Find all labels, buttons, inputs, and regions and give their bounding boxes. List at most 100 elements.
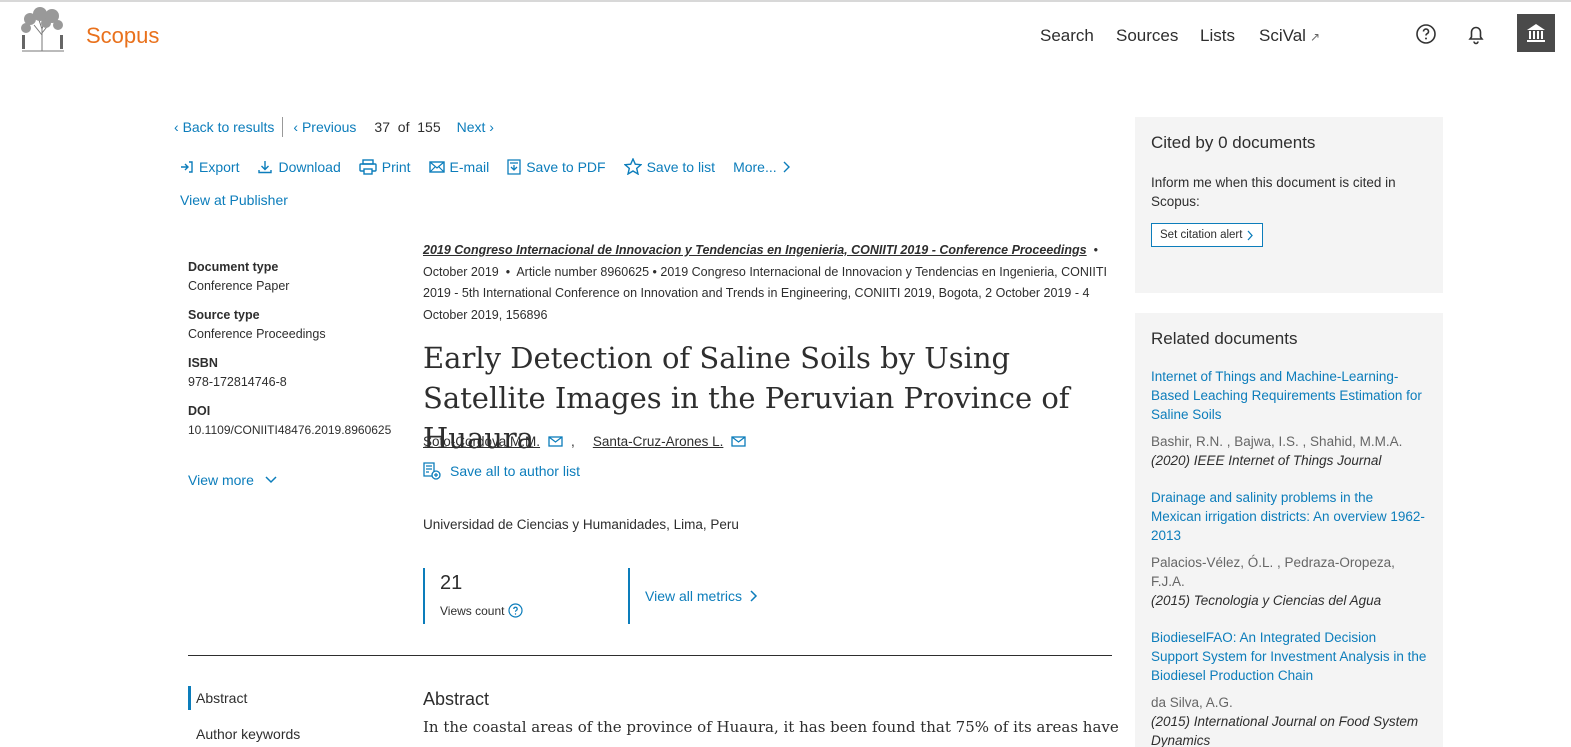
- print-button[interactable]: Print: [359, 159, 411, 175]
- document-info: Document type Conference Paper Source ty…: [188, 260, 408, 452]
- related-document-authors: Bashir, R.N. , Bajwa, I.S. , Shahid, M.M…: [1151, 434, 1403, 449]
- view-all-metrics-label: View all metrics: [645, 588, 742, 604]
- institution-icon[interactable]: [1517, 14, 1555, 52]
- views-count-value: 21: [440, 572, 463, 594]
- related-document-journal: (2020) IEEE Internet of Things Journal: [1151, 453, 1382, 468]
- doi-value: 10.1109/CONIITI48476.2019.8960625: [188, 423, 392, 437]
- pdf-icon: [507, 158, 521, 175]
- metrics-panel: 21 Views count View all metrics: [423, 568, 1113, 624]
- author-link[interactable]: Soto-Cordova M.M.: [423, 434, 540, 449]
- cited-by-panel: Cited by 0 documents Inform me when this…: [1135, 117, 1443, 293]
- save-to-list-button[interactable]: Save to list: [623, 158, 716, 175]
- save-to-list-label: Save to list: [646, 158, 716, 175]
- export-label: Export: [199, 158, 240, 175]
- breadcrumb: ‹ Back to results ‹ Previous 37 of 155 N…: [174, 117, 494, 137]
- print-label: Print: [381, 158, 411, 175]
- star-icon: [623, 158, 642, 175]
- email-icon[interactable]: [731, 436, 747, 447]
- author-list: Soto-Cordova M.M. , Santa-Cruz-Arones L.: [423, 434, 754, 449]
- isbn-value: 978-172814746-8: [188, 375, 287, 389]
- document-actions: Export Download Print E-mail Save to PDF…: [180, 158, 814, 175]
- views-count-label-row: Views count: [440, 603, 524, 618]
- nav-search[interactable]: Search: [1040, 26, 1094, 46]
- set-citation-alert-button[interactable]: Set citation alert: [1151, 223, 1264, 247]
- print-icon: [359, 158, 377, 175]
- email-icon[interactable]: [548, 436, 563, 447]
- back-to-results-link[interactable]: ‹ Back to results: [174, 119, 274, 135]
- related-document-item: Drainage and salinity problems in the Me…: [1151, 488, 1427, 610]
- isbn-label: ISBN: [188, 356, 218, 370]
- publication-date: October 2019: [423, 264, 499, 279]
- previous-link[interactable]: ‹ Previous: [293, 119, 356, 135]
- chevron-right-icon: [1247, 230, 1254, 240]
- current-index: 37: [374, 119, 390, 135]
- chevron-down-icon: [265, 476, 277, 484]
- abstract-heading: Abstract: [423, 689, 490, 709]
- abstract-text: In the coastal areas of the province of …: [423, 718, 1119, 736]
- site-header: Scopus Search Sources Lists SciVal ↗: [0, 2, 1571, 68]
- export-icon: [181, 160, 193, 173]
- source-type-label: Source type: [188, 308, 260, 322]
- previous-label: Previous: [301, 119, 357, 135]
- save-all-to-author-list-button[interactable]: Save all to author list: [423, 462, 580, 480]
- nav-sources[interactable]: Sources: [1116, 26, 1178, 46]
- views-count-metric: 21 Views count: [423, 568, 524, 624]
- bell-icon[interactable]: [1464, 22, 1488, 46]
- chevron-right-icon: [750, 590, 758, 602]
- help-icon[interactable]: [508, 603, 524, 618]
- more-label: More...: [733, 158, 777, 175]
- scopus-brand[interactable]: Scopus: [86, 23, 159, 49]
- related-documents-panel: Related documents Internet of Things and…: [1135, 313, 1443, 747]
- views-count-label: Views count: [440, 603, 505, 618]
- elsevier-logo-icon[interactable]: [16, 5, 69, 53]
- source-type-value: Conference Proceedings: [188, 327, 326, 341]
- view-all-metrics-link[interactable]: View all metrics: [628, 568, 758, 624]
- next-link[interactable]: Next ›: [457, 119, 494, 135]
- nav-scival[interactable]: SciVal ↗: [1259, 26, 1320, 46]
- chevron-right-icon: [783, 161, 790, 172]
- total-count: 155: [417, 119, 441, 135]
- toc-author-keywords[interactable]: Author keywords: [188, 724, 300, 744]
- external-link-icon: ↗: [1309, 30, 1320, 44]
- help-icon[interactable]: [1414, 22, 1438, 46]
- download-label: Download: [278, 158, 341, 175]
- result-counter: 37 of 155: [374, 119, 440, 135]
- document-type-value: Conference Paper: [188, 279, 290, 293]
- section-divider: [188, 655, 1112, 656]
- save-to-pdf-button[interactable]: Save to PDF: [507, 158, 606, 175]
- save-all-label: Save all to author list: [450, 463, 580, 479]
- view-more-button[interactable]: View more: [188, 472, 278, 488]
- divider: [282, 117, 284, 137]
- back-label: Back to results: [182, 119, 275, 135]
- related-document-item: BiodieselFAO: An Integrated Decision Sup…: [1151, 628, 1427, 747]
- view-more-label: View more: [188, 472, 254, 488]
- nav-scival-label: SciVal: [1259, 26, 1306, 45]
- save-to-pdf-label: Save to PDF: [526, 158, 606, 175]
- citation-inform-text: Inform me when this document is cited in…: [1151, 175, 1396, 209]
- email-button[interactable]: E-mail: [428, 158, 490, 175]
- of-label: of: [397, 119, 410, 135]
- related-document-journal: (2015) International Journal on Food Sys…: [1151, 714, 1419, 747]
- affiliation: Universidad de Ciencias y Humanidades, L…: [423, 517, 739, 532]
- related-document-authors: Palacios-Vélez, Ó.L. , Pedraza-Oropeza, …: [1151, 555, 1395, 589]
- download-button[interactable]: Download: [257, 158, 341, 175]
- source-details: Article number 8960625 • 2019 Congreso I…: [423, 264, 1107, 322]
- source-info: 2019 Congreso Internacional de Innovacio…: [423, 240, 1113, 326]
- author-link[interactable]: Santa-Cruz-Arones L.: [593, 434, 724, 449]
- related-document-authors: da Silva, A.G.: [1151, 695, 1233, 710]
- source-title-link[interactable]: 2019 Congreso Internacional de Innovacio…: [423, 243, 1087, 257]
- email-icon: [428, 160, 445, 173]
- related-document-item: Internet of Things and Machine-Learning-…: [1151, 367, 1427, 470]
- nav-lists[interactable]: Lists: [1200, 26, 1235, 46]
- document-type-label: Document type: [188, 260, 279, 274]
- author-list-icon: [423, 462, 441, 480]
- more-button[interactable]: More...: [733, 159, 796, 175]
- export-button[interactable]: Export: [180, 159, 239, 175]
- email-label: E-mail: [449, 158, 490, 175]
- related-document-title-link[interactable]: Drainage and salinity problems in the Me…: [1151, 488, 1427, 545]
- related-document-title-link[interactable]: Internet of Things and Machine-Learning-…: [1151, 367, 1427, 424]
- related-document-title-link[interactable]: BiodieselFAO: An Integrated Decision Sup…: [1151, 628, 1427, 685]
- related-document-journal: (2015) Tecnologia y Ciencias del Agua: [1151, 593, 1382, 608]
- view-at-publisher-link[interactable]: View at Publisher: [180, 192, 288, 208]
- toc-abstract[interactable]: Abstract: [188, 686, 300, 710]
